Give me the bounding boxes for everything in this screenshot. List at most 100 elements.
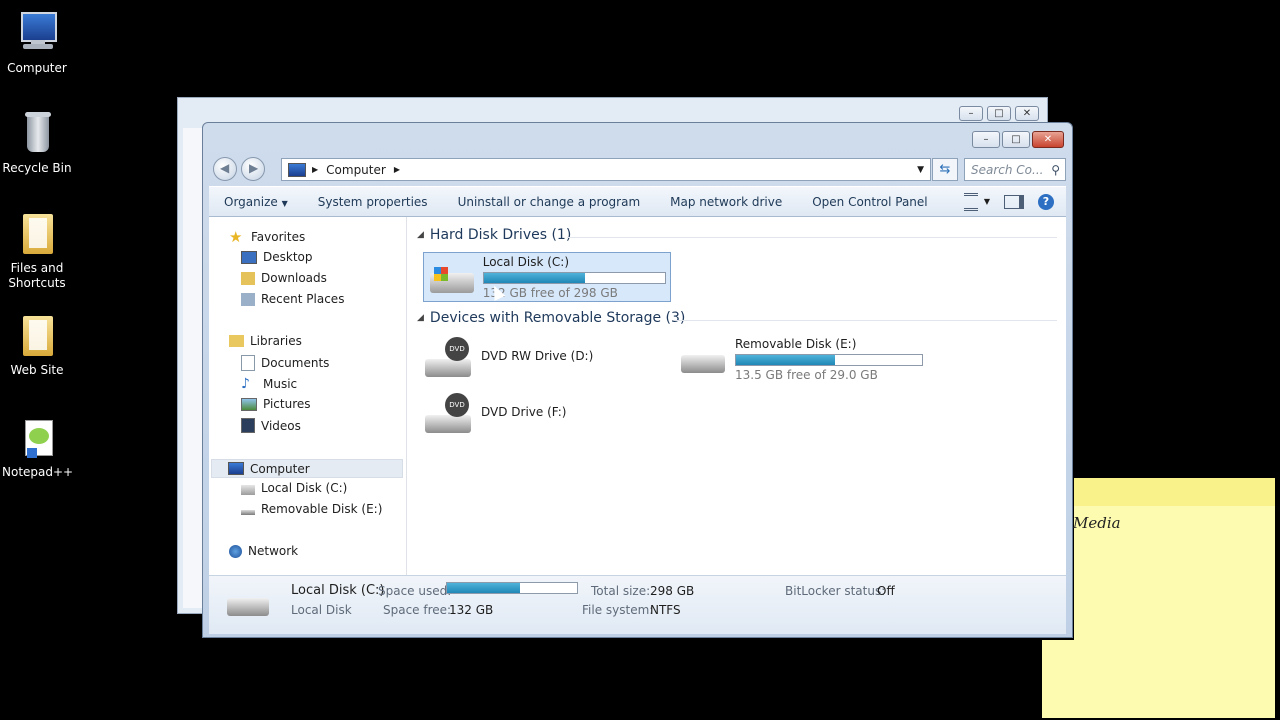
removable-drive-icon [241, 509, 255, 515]
drive-usage-fill [483, 273, 586, 283]
nav-label: Libraries [250, 334, 302, 348]
videos-icon [241, 418, 255, 433]
file-system-value: NTFS [650, 603, 681, 617]
navigation-pane: ★ Favorites Desktop Downloads Recent Pla… [209, 217, 407, 575]
group-header-hard-disks[interactable]: ◢ Hard Disk Drives (1) [417, 227, 571, 243]
open-control-panel-button[interactable]: Open Control Panel [797, 195, 942, 209]
nav-label: Local Disk (C:) [261, 481, 348, 495]
drive-list: ◢ Hard Disk Drives (1) Local Disk (C:) 1… [407, 217, 1066, 575]
group-title: Hard Disk Drives (1) [429, 227, 572, 243]
group-title: Devices with Removable Storage (3) [429, 310, 686, 326]
nav-item-network[interactable]: Network [229, 544, 298, 558]
nav-label: Recent Places [261, 292, 345, 306]
bitlocker-label: BitLocker status: [785, 584, 886, 598]
close-button[interactable]: ✕ [1032, 131, 1064, 148]
breadcrumb-separator-icon[interactable]: ▶ [312, 165, 318, 174]
preview-pane-button[interactable] [1004, 194, 1024, 209]
windows-drive-icon [428, 255, 477, 299]
downloads-folder-icon [241, 271, 255, 285]
nav-item-favorites[interactable]: ★ Favorites [229, 229, 305, 245]
drive-free-space: 132 GB free of 298 GB [482, 286, 618, 300]
group-divider [567, 237, 1057, 238]
breadcrumb-separator-icon[interactable]: ▶ [394, 165, 400, 174]
nav-item-videos[interactable]: Videos [241, 418, 301, 433]
help-button[interactable]: ? [1038, 193, 1054, 210]
drive-name: DVD RW Drive (D:) [481, 349, 594, 363]
nav-label: Desktop [263, 250, 313, 264]
map-network-drive-button[interactable]: Map network drive [655, 195, 797, 209]
background-minimize-button[interactable]: – [959, 106, 983, 121]
view-options-button[interactable]: ▼ [963, 192, 990, 211]
nav-item-documents[interactable]: Documents [241, 355, 329, 371]
desktop-icon-label: Web Site [10, 363, 64, 377]
desktop-icon-recycle-bin[interactable]: Recycle Bin [2, 110, 72, 176]
nav-item-desktop[interactable]: Desktop [241, 250, 313, 264]
minimize-button[interactable]: – [972, 131, 1000, 148]
refresh-button[interactable]: ⇆ [932, 158, 958, 181]
collapse-triangle-icon[interactable]: ◢ [417, 313, 424, 323]
nav-item-local-disk-c[interactable]: Local Disk (C:) [241, 481, 347, 495]
desktop-icon-label: Files and Shortcuts [8, 261, 66, 290]
total-size-value: 298 GB [650, 584, 695, 598]
nav-item-pictures[interactable]: Pictures [241, 397, 311, 411]
breadcrumb-computer[interactable]: Computer [326, 163, 386, 177]
search-icon: ⚲ [1051, 162, 1060, 177]
explorer-window[interactable]: – □ ✕ ◀ ▶ ▶ Computer ▶ ▼ ⇆ Search Co... … [202, 122, 1073, 638]
nav-item-libraries[interactable]: Libraries [229, 334, 302, 348]
drive-free-space: 13.5 GB free of 29.0 GB [735, 368, 878, 382]
pictures-icon [241, 397, 257, 411]
details-name: Local Disk (C:) [291, 583, 385, 598]
dvd-drive-icon: DVD [425, 393, 475, 437]
address-dropdown-icon[interactable]: ▼ [917, 165, 924, 175]
uninstall-program-button[interactable]: Uninstall or change a program [443, 195, 656, 209]
drive-dvd-rw-d[interactable]: DVD DVD RW Drive (D:) [425, 337, 593, 381]
space-free-value: 132 GB [449, 603, 494, 617]
nav-item-recent-places[interactable]: Recent Places [241, 292, 344, 306]
recycle-bin-icon [13, 110, 61, 158]
nav-item-removable-disk-e[interactable]: Removable Disk (E:) [241, 502, 382, 516]
maximize-button[interactable]: □ [1002, 131, 1030, 148]
desktop-icon-notepad-plus-plus[interactable]: Notepad++ [2, 414, 73, 480]
desktop-icon-label: Recycle Bin [2, 161, 72, 175]
nav-item-computer[interactable]: Computer [211, 459, 403, 478]
background-window-caption: – □ ✕ [959, 106, 1039, 121]
address-bar[interactable]: ▶ Computer ▶ ▼ [281, 158, 931, 181]
space-used-label: Space used: [378, 584, 452, 598]
recent-places-icon [241, 292, 255, 306]
background-close-button[interactable]: ✕ [1015, 106, 1039, 121]
organize-button[interactable]: Organize ▼ [209, 195, 303, 209]
desktop-icon-files-and-shortcuts[interactable]: Files and Shortcuts [2, 210, 72, 291]
file-system-label: File system: [582, 603, 654, 617]
group-divider [675, 320, 1057, 321]
desktop-icon-label: Computer [7, 61, 67, 75]
back-arrow-icon: ◀ [220, 161, 230, 175]
system-properties-button[interactable]: System properties [303, 195, 443, 209]
drive-local-disk-c[interactable]: Local Disk (C:) 132 GB free of 298 GB [423, 252, 671, 302]
desktop-icon-web-site[interactable]: Web Site [2, 312, 72, 378]
search-placeholder: Search Co... [971, 162, 1044, 177]
back-button[interactable]: ◀ [213, 157, 237, 181]
drive-removable-e[interactable]: Removable Disk (E:) 13.5 GB free of 29.0… [679, 337, 923, 382]
nav-item-music[interactable]: ♪ Music [241, 376, 297, 392]
nav-item-downloads[interactable]: Downloads [241, 271, 327, 285]
organize-label: Organize [224, 194, 278, 209]
desktop-icon [241, 250, 257, 264]
background-maximize-button[interactable]: □ [987, 106, 1011, 121]
drive-name: DVD Drive (F:) [481, 405, 567, 419]
sticky-note-text[interactable]: Media [1073, 514, 1121, 532]
space-used-bar [446, 582, 578, 594]
hard-drive-icon [227, 598, 269, 616]
folder-icon [13, 210, 61, 258]
drive-dvd-f[interactable]: DVD DVD Drive (F:) [425, 393, 566, 437]
forward-arrow-icon: ▶ [249, 161, 259, 175]
desktop-icon-computer[interactable]: Computer [2, 10, 72, 76]
computer-icon [288, 162, 306, 177]
documents-icon [241, 355, 255, 371]
nav-label: Music [263, 377, 298, 391]
group-header-removable[interactable]: ◢ Devices with Removable Storage (3) [417, 310, 685, 326]
space-free-label: Space free: [383, 603, 452, 617]
collapse-triangle-icon[interactable]: ◢ [417, 230, 424, 240]
hard-drive-icon [241, 484, 255, 495]
forward-button[interactable]: ▶ [241, 157, 265, 181]
search-input[interactable]: Search Co... ⚲ [964, 158, 1066, 181]
